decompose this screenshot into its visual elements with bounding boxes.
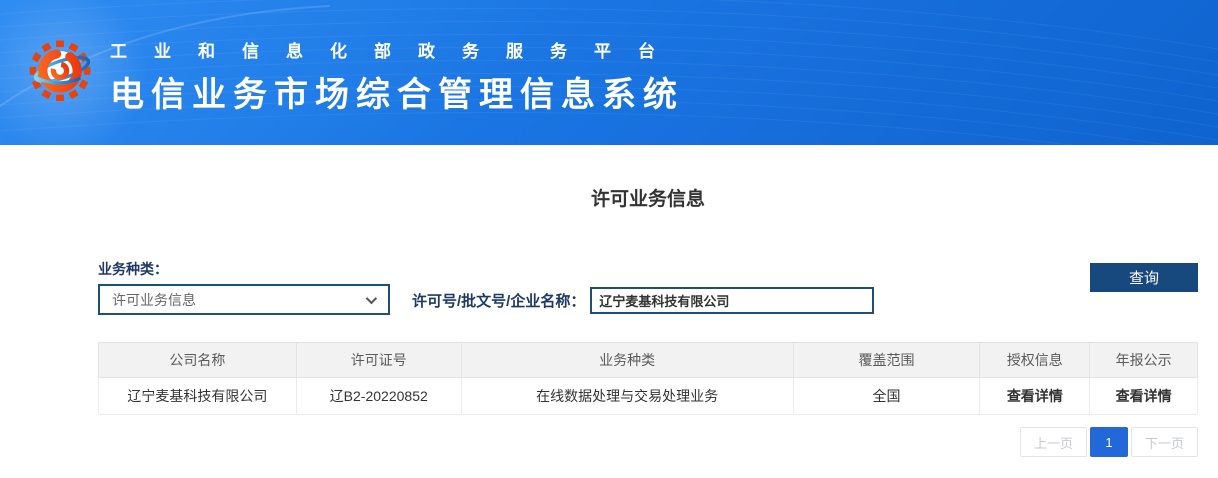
col-business-type: 业务种类 [461, 343, 793, 378]
keyword-label: 许可号/批文号/企业名称： [412, 290, 585, 311]
cell-license-no: 辽B2-20220852 [296, 378, 461, 415]
page-number-1[interactable]: 1 [1090, 427, 1128, 457]
site-header: 工业和信息化部政务服务平台 电信业务市场综合管理信息系统 [0, 0, 1218, 145]
annual-report-detail-link[interactable]: 查看详情 [1116, 388, 1172, 404]
platform-name: 工业和信息化部政务服务平台 [110, 37, 684, 62]
cell-company: 辽宁麦基科技有限公司 [99, 378, 297, 415]
license-results-table: 公司名称 许可证号 业务种类 覆盖范围 授权信息 年报公示 辽宁麦基科技有限公司… [98, 342, 1198, 415]
prev-page-button[interactable]: 上一页 [1020, 427, 1087, 457]
col-coverage: 覆盖范围 [793, 343, 980, 378]
main-content: 许可业务信息 业务种类： 许可业务信息 许可号/批文号/企业名称： 查询 公司名… [98, 184, 1198, 457]
page: 工业和信息化部政务服务平台 电信业务市场综合管理信息系统 许可业务信息 业务种类… [0, 0, 1218, 457]
cell-annual-report: 查看详情 [1090, 378, 1198, 415]
pagination: 上一页 1 下一页 [98, 427, 1198, 457]
col-company: 公司名称 [99, 343, 297, 378]
gear-e-orbit-logo-icon [27, 29, 93, 110]
brand-block: 工业和信息化部政务服务平台 电信业务市场综合管理信息系统 [27, 29, 684, 116]
search-button[interactable]: 查询 [1090, 263, 1198, 292]
keyword-field-group: 许可号/批文号/企业名称： [412, 287, 874, 314]
table-row: 辽宁麦基科技有限公司 辽B2-20220852 在线数据处理与交易处理业务 全国… [99, 378, 1198, 415]
category-label: 业务种类： [98, 259, 168, 279]
page-title: 许可业务信息 [98, 184, 1198, 211]
keyword-input[interactable] [590, 287, 874, 314]
brand-text: 工业和信息化部政务服务平台 电信业务市场综合管理信息系统 [110, 29, 684, 116]
cell-business-type: 在线数据处理与交易处理业务 [461, 378, 793, 415]
table-header-row: 公司名称 许可证号 业务种类 覆盖范围 授权信息 年报公示 [99, 343, 1198, 378]
col-annual-report: 年报公示 [1090, 343, 1198, 378]
chevron-down-icon [366, 292, 377, 303]
next-page-button[interactable]: 下一页 [1131, 427, 1198, 457]
cell-coverage: 全国 [793, 378, 980, 415]
col-auth-info: 授权信息 [980, 343, 1090, 378]
query-bar: 业务种类： 许可业务信息 许可号/批文号/企业名称： 查询 [98, 257, 1198, 319]
cell-auth-info: 查看详情 [980, 378, 1090, 415]
category-select-value: 许可业务信息 [112, 290, 196, 310]
category-select[interactable]: 许可业务信息 [98, 284, 390, 315]
auth-detail-link[interactable]: 查看详情 [1007, 388, 1063, 404]
col-license-no: 许可证号 [296, 343, 461, 378]
system-name: 电信业务市场综合管理信息系统 [110, 67, 684, 116]
